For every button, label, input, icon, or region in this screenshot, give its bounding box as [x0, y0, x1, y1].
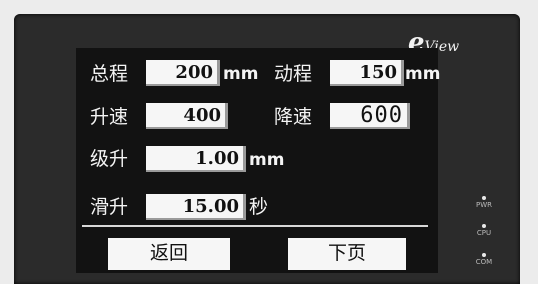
slide-up-label: 滑升 — [90, 196, 129, 218]
cpu-indicator: CPU — [472, 224, 496, 237]
acceleration-field[interactable]: 400 — [146, 103, 228, 129]
next-page-button[interactable]: 下页 — [288, 238, 406, 270]
slide-up-unit: 秒 — [249, 196, 269, 218]
hmi-screen: 总程 200 mm 动程 150 mm 升速 400 降速 600 级升 1.0… — [76, 48, 441, 273]
total-travel-field[interactable]: 200 — [146, 60, 220, 86]
step-up-unit: mm — [249, 150, 285, 170]
moving-travel-field[interactable]: 150 — [330, 60, 404, 86]
power-indicator: PWR — [472, 196, 496, 209]
cpu-led-icon — [482, 224, 486, 228]
com-led-icon — [482, 253, 486, 257]
slide-up-field[interactable]: 15.00 — [146, 194, 246, 220]
moving-travel-unit: mm — [405, 64, 441, 84]
acceleration-label: 升速 — [90, 106, 129, 128]
com-indicator: COM — [472, 253, 496, 266]
moving-travel-label: 动程 — [274, 63, 313, 85]
back-button[interactable]: 返回 — [108, 238, 230, 270]
total-travel-unit: mm — [223, 64, 259, 84]
power-indicator-label: PWR — [475, 201, 492, 209]
deceleration-label: 降速 — [274, 106, 313, 128]
step-up-field[interactable]: 1.00 — [146, 146, 246, 172]
total-travel-label: 总程 — [90, 63, 129, 85]
step-up-label: 级升 — [90, 148, 129, 170]
divider — [82, 225, 428, 227]
cpu-indicator-label: CPU — [476, 229, 492, 237]
deceleration-field[interactable]: 600 — [330, 103, 410, 129]
power-led-icon — [482, 196, 486, 200]
com-indicator-label: COM — [475, 258, 493, 266]
